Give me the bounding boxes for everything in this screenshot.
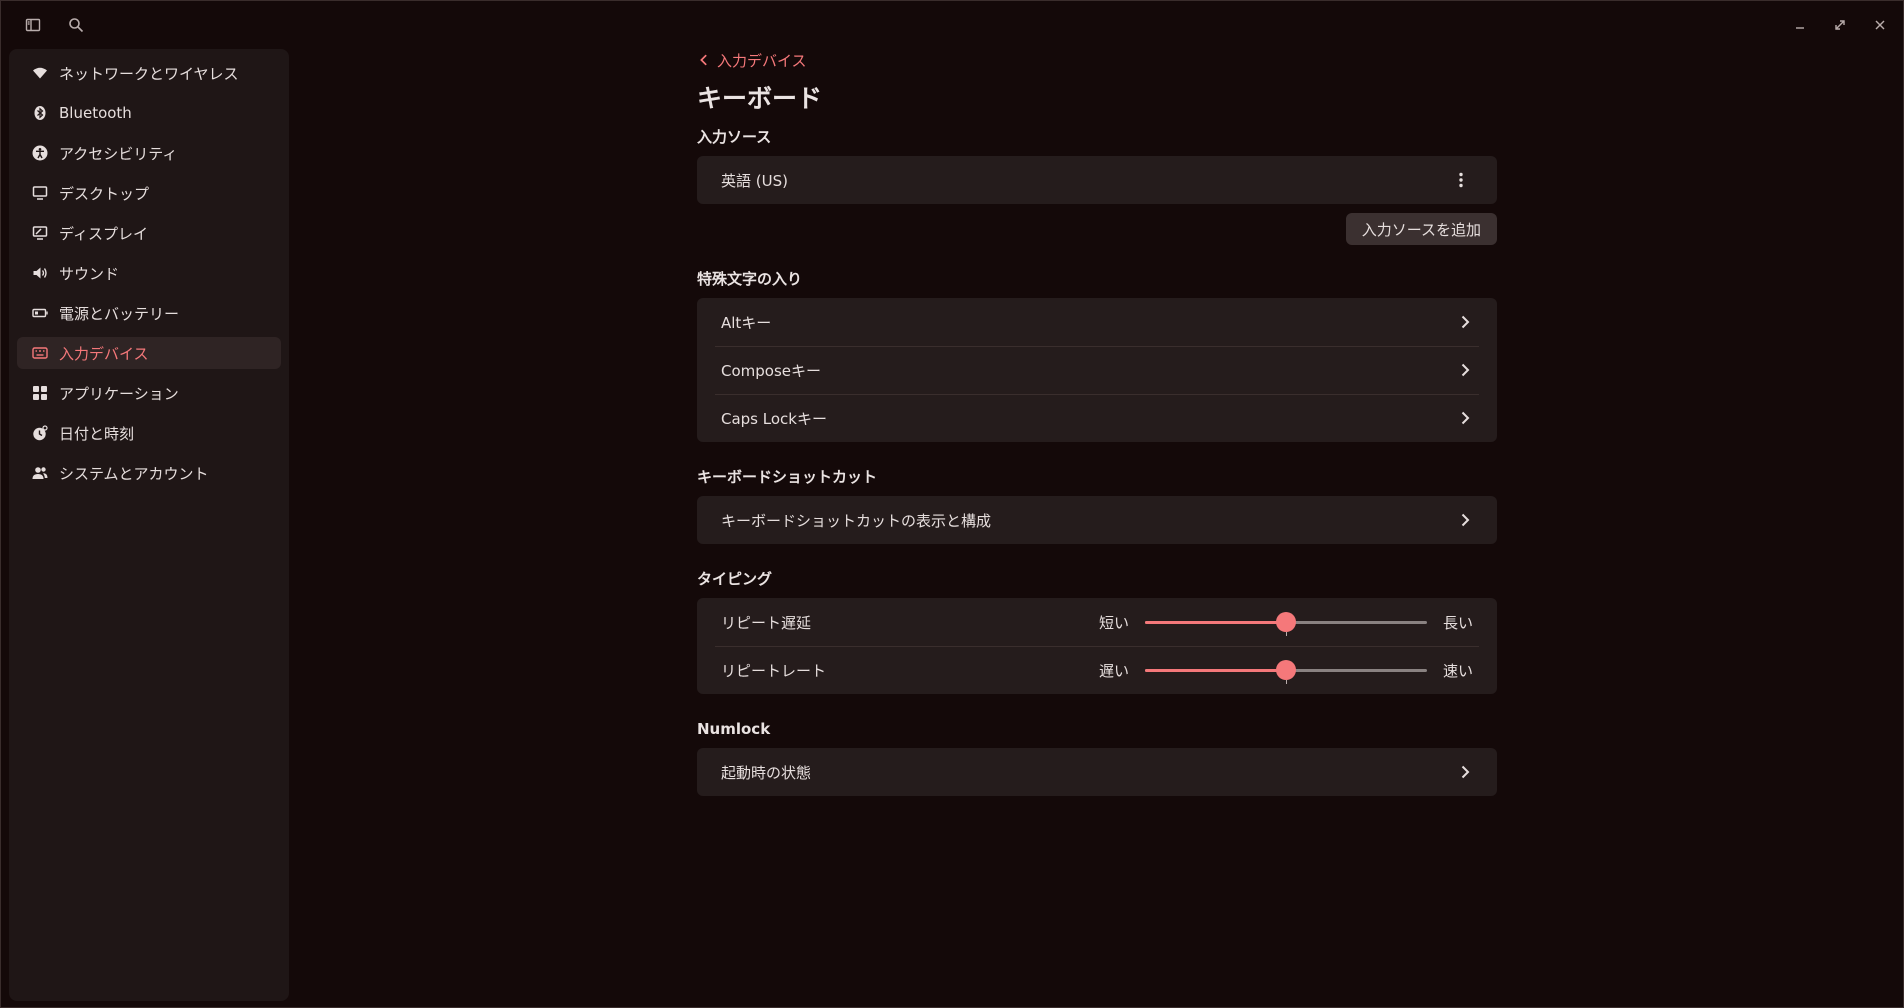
repeat-delay-control: 短い 長い	[1098, 612, 1473, 636]
sidebar-item-label: アクセシビリティ	[59, 144, 178, 163]
chevron-right-icon	[1457, 512, 1473, 528]
section-title-numlock: Numlock	[697, 720, 771, 738]
numlock-card: 起動時の状態	[697, 748, 1497, 796]
slider-max-label: 長い	[1442, 613, 1473, 632]
apps-grid-icon	[31, 384, 49, 402]
sidebar-item-label: 日付と時刻	[59, 424, 135, 443]
back-button[interactable]: 入力デバイス	[697, 49, 1497, 71]
minimize-icon[interactable]	[1788, 13, 1812, 37]
sidebar-item-label: 入力デバイス	[59, 344, 149, 363]
sidebar-item-label: 電源とバッテリー	[59, 304, 180, 323]
row-label: Caps Lockキー	[721, 409, 827, 428]
add-input-source-button[interactable]: 入力ソースを追加	[1345, 213, 1497, 245]
page-title: キーボード	[697, 84, 823, 113]
shortcuts-card: キーボードショットカットの表示と構成	[697, 496, 1497, 544]
close-icon[interactable]	[1868, 13, 1892, 37]
repeat-rate-control: 遅い 速い	[1098, 660, 1473, 684]
sidebar-item-desktop[interactable]: デスクトップ	[17, 177, 281, 209]
sidebar-item-input-devices[interactable]: 入力デバイス	[17, 337, 281, 369]
back-label: 入力デバイス	[717, 51, 807, 70]
repeat-delay-row: リピート遅延 短い 長い	[697, 598, 1497, 646]
slider-min-label: 遅い	[1098, 661, 1129, 680]
keyboard-icon	[31, 344, 49, 362]
row-label: 起動時の状態	[721, 763, 812, 782]
bluetooth-icon	[31, 104, 49, 122]
input-sources-card: 英語 (US)	[697, 156, 1497, 204]
special-chars-card: Altキー Composeキー Caps Lockキー	[697, 298, 1497, 442]
chevron-right-icon	[1457, 314, 1473, 330]
section-title-shortcuts: キーボードショットカット	[697, 468, 878, 486]
display-icon	[31, 224, 49, 242]
row-label: リピート遅延	[721, 613, 812, 632]
row-label: キーボードショットカットの表示と構成	[721, 511, 992, 530]
slider-tick	[1285, 632, 1287, 636]
sidebar-item-label: ネットワークとワイヤレス	[59, 64, 239, 83]
input-source-label: 英語 (US)	[721, 171, 788, 190]
desktop-icon	[31, 184, 49, 202]
wifi-icon	[31, 64, 49, 82]
sidebar-item-date-time[interactable]: 日付と時刻	[17, 417, 281, 449]
sidebar: ネットワークとワイヤレス Bluetooth アクセシビリティ デスクトップ デ…	[9, 49, 289, 1001]
input-source-row[interactable]: 英語 (US)	[697, 156, 1497, 204]
sidebar-item-power[interactable]: 電源とバッテリー	[17, 297, 281, 329]
sidebar-item-accessibility[interactable]: アクセシビリティ	[17, 137, 281, 169]
chevron-right-icon	[1457, 362, 1473, 378]
sidebar-item-label: システムとアカウント	[59, 464, 209, 483]
section-title-input-sources: 入力ソース	[697, 128, 772, 146]
caps-lock-key-row[interactable]: Caps Lockキー	[697, 394, 1497, 442]
battery-icon	[31, 304, 49, 322]
shortcuts-row[interactable]: キーボードショットカットの表示と構成	[697, 496, 1497, 544]
slider-fill	[1144, 621, 1286, 624]
sidebar-item-label: ディスプレイ	[59, 224, 148, 243]
chevron-left-icon	[700, 54, 707, 66]
sidebar-item-bluetooth[interactable]: Bluetooth	[17, 97, 281, 129]
sidebar-item-label: アプリケーション	[59, 384, 179, 403]
sidebar-item-sound[interactable]: サウンド	[17, 257, 281, 289]
sidebar-item-system-accounts[interactable]: システムとアカウント	[17, 457, 281, 489]
more-options-icon[interactable]	[1453, 170, 1469, 190]
sidebar-item-display[interactable]: ディスプレイ	[17, 217, 281, 249]
accessibility-icon	[31, 144, 49, 162]
chevron-right-icon	[1457, 410, 1473, 426]
typing-card: リピート遅延 短い 長い リピートレート 遅い 速い	[697, 598, 1497, 694]
users-icon	[31, 464, 49, 482]
repeat-rate-slider[interactable]	[1144, 660, 1427, 684]
section-title-typing: タイピング	[697, 570, 773, 588]
sidebar-item-label: サウンド	[59, 264, 120, 283]
row-label: Altキー	[721, 313, 772, 332]
sidebar-item-applications[interactable]: アプリケーション	[17, 377, 281, 409]
repeat-delay-slider[interactable]	[1144, 612, 1427, 636]
alt-key-row[interactable]: Altキー	[697, 298, 1497, 346]
repeat-rate-row: リピートレート 遅い 速い	[697, 646, 1497, 694]
slider-max-label: 速い	[1442, 661, 1473, 680]
compose-key-row[interactable]: Composeキー	[697, 346, 1497, 394]
settings-window: ネットワークとワイヤレス Bluetooth アクセシビリティ デスクトップ デ…	[0, 0, 1904, 1008]
row-label: Composeキー	[721, 361, 822, 380]
maximize-icon[interactable]	[1828, 13, 1852, 37]
section-title-special-chars: 特殊文字の入り	[697, 270, 803, 288]
sidebar-item-label: Bluetooth	[59, 104, 132, 122]
numlock-startup-row[interactable]: 起動時の状態	[697, 748, 1497, 796]
sidebar-item-label: デスクトップ	[59, 184, 150, 203]
sidebar-toggle-icon[interactable]	[21, 13, 45, 37]
speaker-icon	[31, 264, 49, 282]
slider-min-label: 短い	[1098, 613, 1129, 632]
chevron-right-icon	[1457, 764, 1473, 780]
search-icon[interactable]	[64, 13, 88, 37]
sidebar-item-network[interactable]: ネットワークとワイヤレス	[17, 57, 281, 89]
slider-thumb[interactable]	[1275, 612, 1296, 632]
slider-tick	[1285, 680, 1287, 684]
clock-icon	[31, 424, 49, 442]
row-label: リピートレート	[721, 661, 827, 680]
main-content: 入力デバイス キーボード 入力ソース 英語 (US) 入力ソースを追加 特殊文字…	[697, 49, 1497, 796]
slider-thumb[interactable]	[1275, 660, 1296, 680]
slider-fill	[1144, 669, 1286, 672]
